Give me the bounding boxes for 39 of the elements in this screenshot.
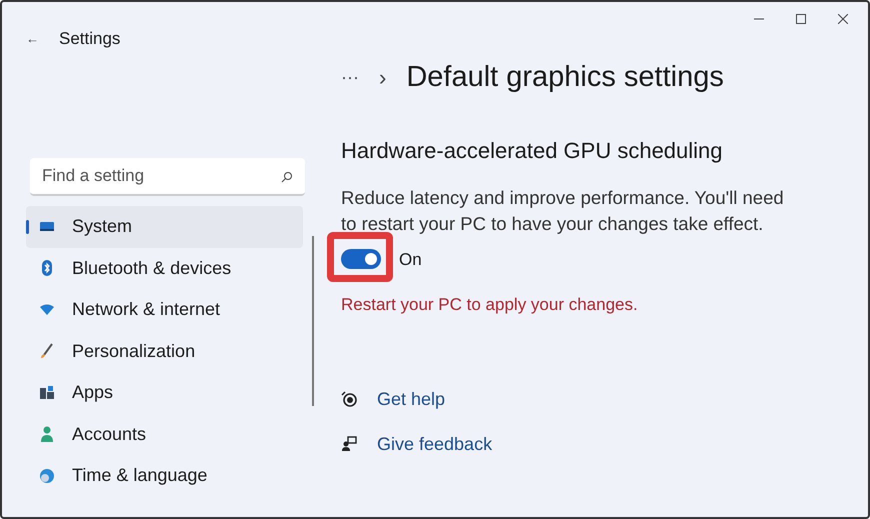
sidebar-item[interactable]: Time & language bbox=[26, 455, 303, 496]
description-text: Reduce latency and improve performance. You'll need to restart your PC to have your changes take effect. bbox=[341, 186, 785, 236]
person-icon bbox=[40, 426, 54, 442]
sidebar-item[interactable]: Accounts bbox=[26, 414, 303, 455]
page-title: Default graphics settings bbox=[406, 60, 724, 95]
sidebar-item[interactable]: System bbox=[26, 206, 303, 248]
brush-icon bbox=[40, 343, 54, 360]
toggle-label: On bbox=[399, 248, 422, 270]
sidebar-label: Bluetooth & devices bbox=[72, 256, 232, 280]
help-icon bbox=[341, 391, 357, 407]
sidebar-label: Apps bbox=[72, 381, 114, 404]
feedback-icon bbox=[341, 436, 357, 452]
close-icon[interactable] bbox=[838, 14, 848, 24]
warning-text: Restart your PC to apply your changes. bbox=[341, 294, 639, 316]
sidebar-label: Network & internet bbox=[72, 298, 220, 322]
sidebar-label: Time & language bbox=[72, 464, 208, 488]
bluetooth-icon bbox=[41, 260, 53, 276]
sidebar-item[interactable]: Network & internet bbox=[26, 289, 303, 330]
search-field[interactable]: Find a setting bbox=[30, 158, 305, 196]
maximize-icon[interactable] bbox=[796, 14, 806, 24]
toggle-switch[interactable] bbox=[341, 249, 381, 270]
sidebar-item[interactable]: Bluetooth & devices bbox=[26, 248, 303, 289]
help-link[interactable]: Get help bbox=[377, 386, 446, 412]
back-button[interactable]: ← bbox=[26, 29, 39, 48]
monitor-icon bbox=[39, 220, 55, 233]
sidebar-item[interactable]: Apps bbox=[26, 372, 303, 414]
globe-icon bbox=[39, 468, 55, 484]
more-button[interactable]: ··· bbox=[341, 64, 359, 92]
sidebar-label: Personalization bbox=[72, 340, 196, 363]
wifi-icon bbox=[39, 304, 55, 316]
help-link[interactable]: Give feedback bbox=[377, 430, 492, 458]
sidebar-label: Accounts bbox=[72, 422, 146, 446]
apps-icon bbox=[39, 386, 55, 400]
section-heading: Hardware-accelerated GPU scheduling bbox=[341, 136, 724, 165]
search-icon bbox=[281, 171, 293, 183]
sidebar-item[interactable]: Personalization bbox=[26, 330, 303, 372]
breadcrumb-separator: › bbox=[378, 64, 386, 92]
sidebar-label: System bbox=[72, 215, 132, 238]
window-title: Settings bbox=[59, 28, 120, 50]
